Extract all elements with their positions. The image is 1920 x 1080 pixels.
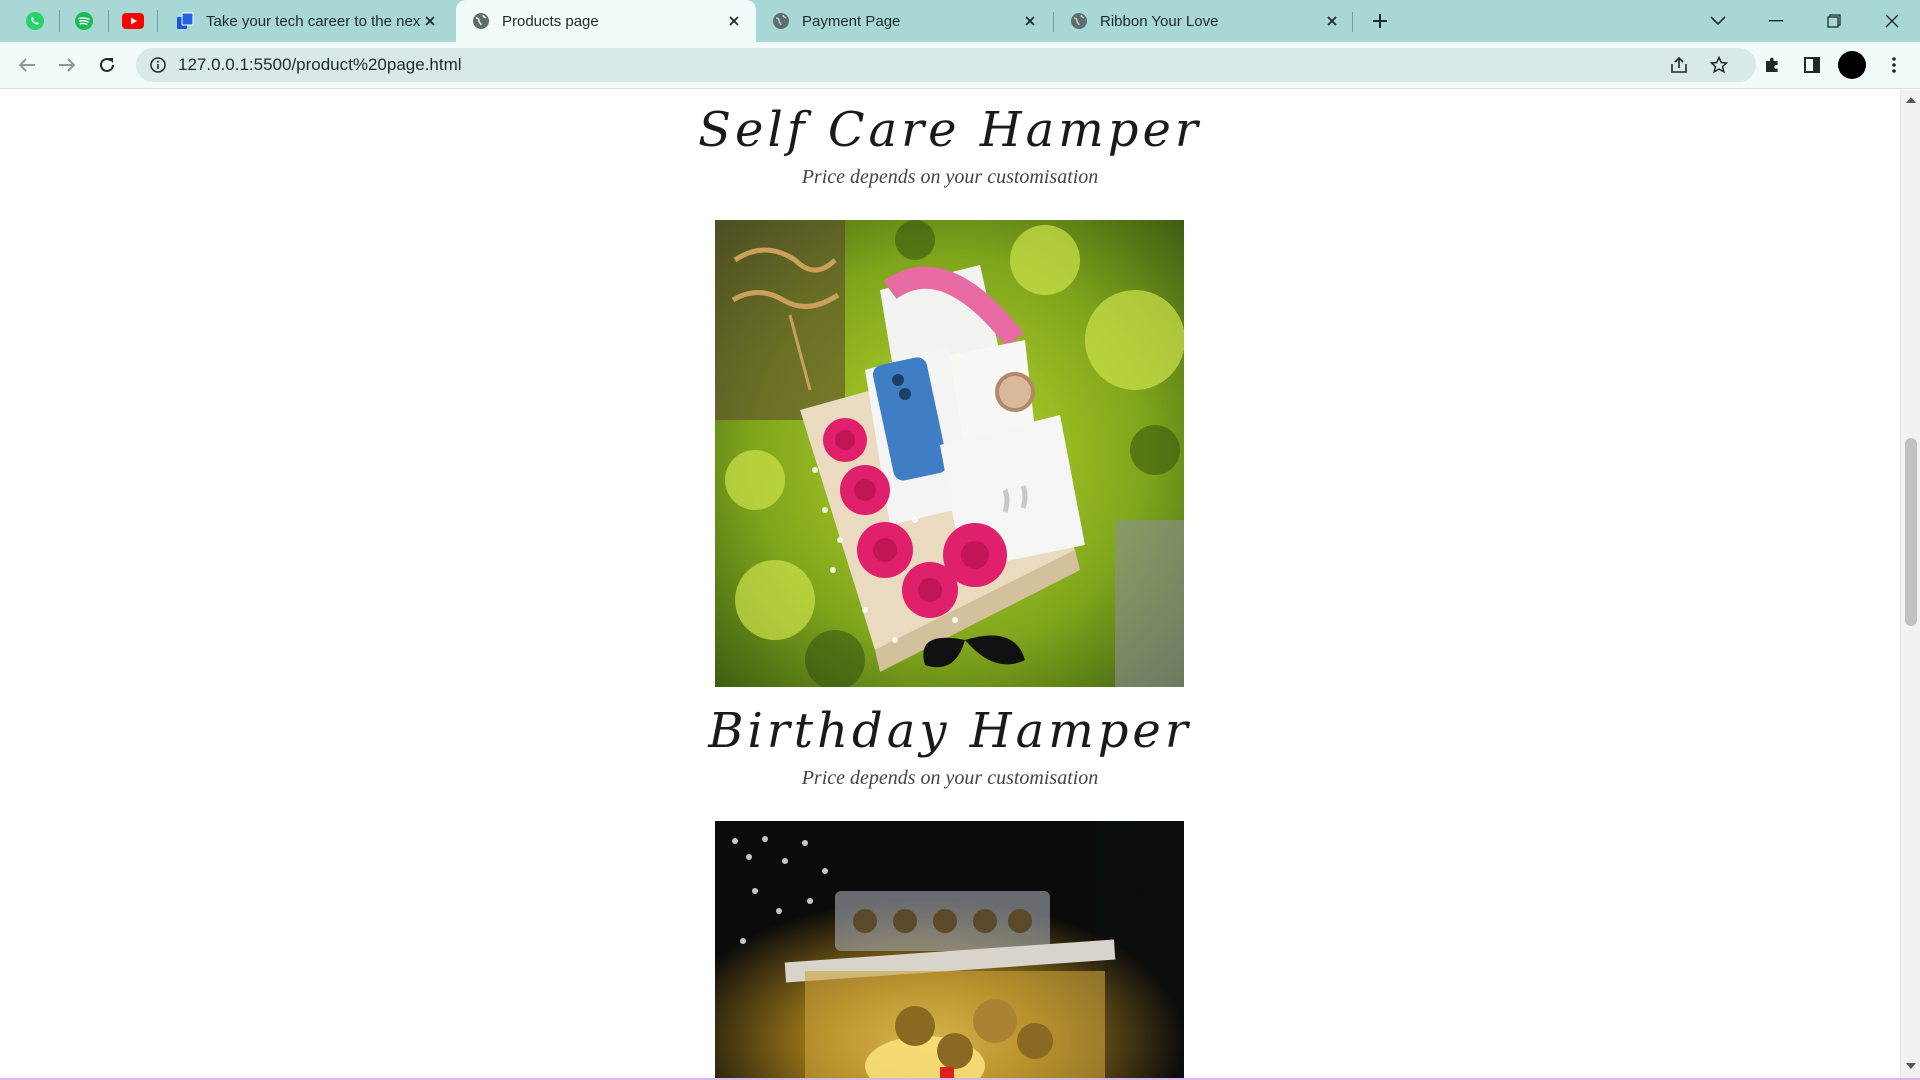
hamper-photo — [715, 220, 1184, 687]
product-photo-chocolate-hamper — [715, 821, 1184, 1078]
back-button[interactable] — [11, 49, 43, 81]
globe-icon — [472, 12, 490, 30]
url-input[interactable] — [178, 48, 1578, 82]
browser-toolbar — [0, 42, 1920, 89]
course-site-icon — [176, 12, 194, 30]
plus-icon — [1373, 14, 1387, 28]
globe-icon — [1070, 12, 1088, 30]
close-window-button[interactable] — [1864, 0, 1920, 42]
site-info-icon[interactable] — [148, 55, 168, 75]
arrow-right-icon — [59, 58, 76, 72]
puzzle-icon — [1766, 57, 1778, 72]
minimize-icon — [1769, 20, 1783, 22]
product-birthday-hamper: Birthday Hamper Price depends on your cu… — [0, 701, 1900, 790]
side-panel-button[interactable] — [1796, 49, 1828, 81]
close-tab-icon[interactable] — [724, 11, 744, 31]
whatsapp-icon — [26, 12, 44, 30]
scroll-down-icon[interactable] — [1905, 1060, 1917, 1072]
profile-avatar[interactable] — [1838, 51, 1866, 79]
reload-icon — [100, 57, 114, 72]
tab-payment-page[interactable]: Payment Page — [756, 0, 1052, 42]
pinned-tab-youtube[interactable] — [115, 7, 151, 35]
minimize-button[interactable] — [1748, 0, 1804, 42]
globe-icon — [772, 12, 790, 30]
pinned-separator — [108, 10, 109, 32]
tab-search-button[interactable] — [1690, 0, 1746, 42]
tab-title: Products page — [502, 12, 599, 30]
forward-button[interactable] — [51, 49, 83, 81]
side-panel-icon — [1804, 57, 1820, 73]
pinned-tab-whatsapp[interactable] — [17, 7, 53, 35]
pinned-separator — [157, 10, 158, 32]
pinned-tab-spotify[interactable] — [66, 7, 102, 35]
chocolate-photo — [715, 821, 1184, 1078]
close-tab-icon[interactable] — [420, 11, 440, 31]
page-viewport: Self Care Hamper Price depends on your c… — [0, 90, 1900, 1078]
close-icon — [1885, 14, 1899, 28]
tab-ribbon-your-love[interactable]: Ribbon Your Love — [1054, 0, 1354, 42]
tab-products-page[interactable]: Products page — [456, 0, 756, 42]
pinned-separator — [59, 10, 60, 32]
reload-button[interactable] — [91, 49, 123, 81]
youtube-icon — [122, 13, 144, 29]
product-price-note: Price depends on your customisation — [801, 767, 1099, 789]
product-self-care-hamper: Self Care Hamper Price depends on your c… — [0, 100, 1900, 189]
extensions-button[interactable] — [1756, 49, 1788, 81]
arrow-left-icon — [18, 58, 35, 72]
page-scrollbar[interactable] — [1900, 90, 1920, 1080]
menu-button[interactable] — [1878, 49, 1910, 81]
chevron-down-icon — [1710, 16, 1726, 26]
address-bar[interactable] — [136, 48, 1756, 82]
product-price-note: Price depends on your customisation — [801, 166, 1099, 188]
product-title: Birthday Hamper — [708, 703, 1192, 759]
tab-title: Ribbon Your Love — [1100, 12, 1219, 30]
spotify-icon — [75, 12, 93, 30]
restore-icon — [1827, 14, 1841, 28]
scroll-up-icon[interactable] — [1905, 94, 1917, 106]
share-icon[interactable] — [1666, 52, 1692, 78]
tab-tech-career[interactable]: Take your tech career to the next — [160, 0, 452, 42]
close-tab-icon[interactable] — [1020, 11, 1040, 31]
new-tab-button[interactable] — [1366, 7, 1394, 35]
scroll-thumb[interactable] — [1905, 438, 1917, 626]
close-tab-icon[interactable] — [1322, 11, 1342, 31]
product-photo-birthday-hamper — [715, 220, 1184, 687]
tab-separator — [1352, 12, 1353, 32]
bookmark-star-icon[interactable] — [1706, 52, 1732, 78]
restore-button[interactable] — [1806, 0, 1862, 42]
product-title: Self Care Hamper — [698, 102, 1202, 158]
tab-title: Take your tech career to the next — [206, 12, 421, 30]
tab-title: Payment Page — [802, 12, 901, 30]
tab-strip: Take your tech career to the next Produc… — [0, 0, 1920, 42]
kebab-menu-icon — [1892, 57, 1896, 73]
